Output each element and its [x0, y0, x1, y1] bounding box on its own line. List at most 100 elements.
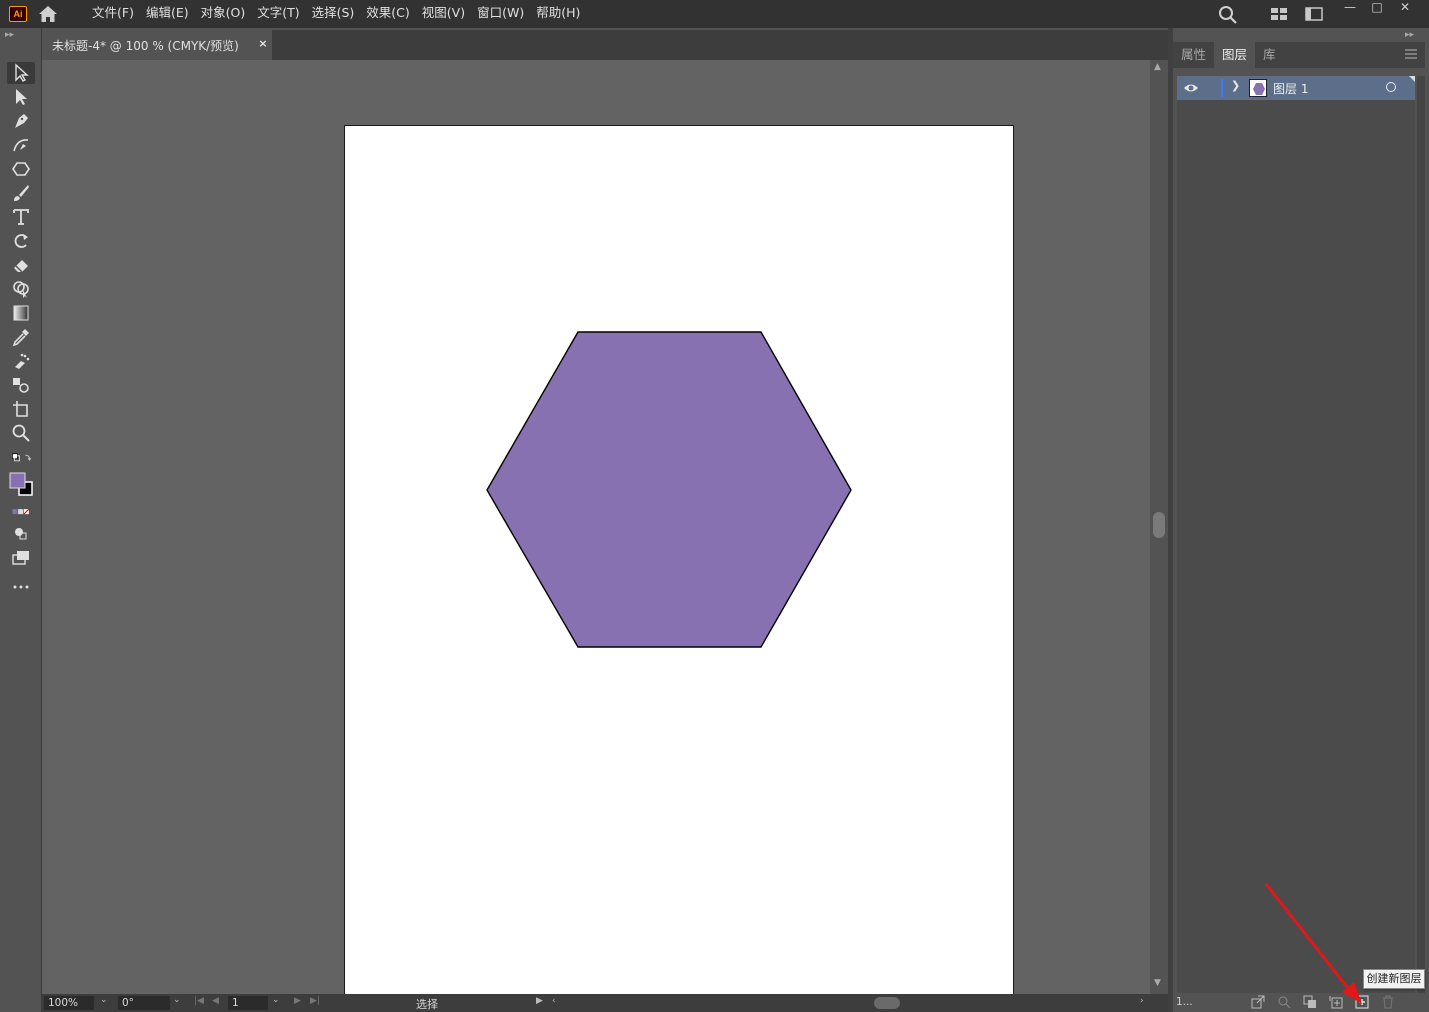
- clipping-mask-icon[interactable]: [1303, 995, 1317, 1009]
- collapse-panel-icon[interactable]: ▸▸: [1405, 30, 1414, 40]
- panel-scrollbar[interactable]: [1417, 76, 1425, 996]
- screen-mode-tool[interactable]: [7, 546, 35, 568]
- eyedropper-tool[interactable]: [7, 326, 35, 348]
- layer-name[interactable]: 图层 1: [1273, 80, 1308, 97]
- zoom-dropdown-icon[interactable]: ⌄: [100, 995, 108, 1005]
- close-window-button[interactable]: ✕: [1392, 0, 1418, 16]
- artboard-tool[interactable]: [7, 398, 35, 420]
- menu-view[interactable]: 视图(V): [416, 0, 471, 28]
- layer-row[interactable]: ❯ 图层 1: [1177, 76, 1415, 100]
- fill-stroke-defaults[interactable]: [7, 450, 35, 466]
- menu-select[interactable]: 选择(S): [306, 0, 361, 28]
- color-mode-buttons[interactable]: [7, 504, 35, 520]
- collapse-toolbar-icon[interactable]: ▸▸: [0, 28, 42, 42]
- shape-builder-tool[interactable]: [7, 278, 35, 300]
- last-artboard-icon[interactable]: ▶|: [310, 996, 320, 1006]
- artboard-number-field[interactable]: 1: [228, 996, 268, 1010]
- close-tab-icon[interactable]: ×: [256, 37, 270, 51]
- menu-file[interactable]: 文件(F): [86, 0, 140, 28]
- pen-tool-icon: [15, 114, 28, 128]
- symbol-sprayer-tool[interactable]: [7, 350, 35, 372]
- artboard-tool-icon: [13, 401, 28, 417]
- prev-artboard-icon[interactable]: ◀: [212, 996, 219, 1006]
- scroll-down-icon[interactable]: ▼: [1154, 978, 1161, 988]
- shape-builder-tool-icon: [13, 281, 29, 298]
- symbol-sprayer-tool-icon: [15, 353, 30, 369]
- direct-selection-tool[interactable]: [7, 86, 35, 108]
- first-artboard-icon[interactable]: |◀: [194, 996, 204, 1006]
- home-icon[interactable]: [38, 5, 58, 23]
- menu-object[interactable]: 对象(O): [195, 0, 252, 28]
- maximize-button[interactable]: □: [1364, 0, 1390, 16]
- more-icon: [13, 585, 29, 589]
- document-tab[interactable]: 未标题-4* @ 100 % (CMYK/预览) ×: [42, 30, 272, 60]
- curvature-tool[interactable]: [7, 134, 35, 156]
- screen-mode-icon: [12, 551, 29, 565]
- new-layer-icon[interactable]: [1355, 995, 1369, 1009]
- zoom-tool[interactable]: [7, 422, 35, 444]
- type-tool-icon: [13, 209, 29, 225]
- layer-target-icon[interactable]: [1386, 82, 1396, 92]
- document-tab-bar: 未标题-4* @ 100 % (CMYK/预览) ×: [42, 30, 1168, 60]
- artboard[interactable]: [344, 125, 1014, 994]
- edit-toolbar-button[interactable]: [7, 576, 35, 598]
- rotation-dropdown-icon[interactable]: ⌄: [173, 995, 181, 1005]
- canvas[interactable]: [42, 60, 1150, 994]
- selection-tool[interactable]: [7, 62, 35, 84]
- paintbrush-tool[interactable]: [7, 182, 35, 204]
- search-icon[interactable]: [1218, 5, 1238, 25]
- locate-object-icon[interactable]: [1277, 995, 1291, 1009]
- hexagon-shape[interactable]: [345, 126, 1015, 994]
- panel-menu-icon[interactable]: [1405, 49, 1417, 59]
- layer-thumbnail: [1249, 79, 1267, 97]
- drawing-mode-tool[interactable]: [7, 522, 35, 544]
- menu-edit[interactable]: 编辑(E): [140, 0, 195, 28]
- zoom-field[interactable]: 100%: [44, 996, 94, 1010]
- fill-stroke-swatch[interactable]: [7, 470, 35, 500]
- vertical-scrollbar[interactable]: ▲ ▼: [1150, 60, 1168, 994]
- panel-tabs: 属性 图层 库: [1173, 42, 1425, 68]
- menu-help[interactable]: 帮助(H): [530, 0, 586, 28]
- minimize-button[interactable]: —: [1337, 0, 1363, 16]
- eraser-tool[interactable]: [7, 254, 35, 276]
- document-tab-title: 未标题-4* @ 100 % (CMYK/预览): [52, 38, 239, 53]
- vertical-scroll-thumb[interactable]: [1153, 512, 1165, 538]
- layers-list: ❯ 图层 1: [1177, 76, 1415, 996]
- type-tool[interactable]: [7, 206, 35, 228]
- gradient-tool[interactable]: [7, 302, 35, 324]
- artboard-dropdown-icon[interactable]: ⌄: [272, 995, 280, 1005]
- scroll-up-icon[interactable]: ▲: [1154, 62, 1161, 72]
- menu-window[interactable]: 窗口(W): [471, 0, 530, 28]
- eraser-tool-icon: [14, 260, 28, 273]
- layers-panel: 属性 图层 库 ❯ 图层 1: [1173, 42, 1425, 1012]
- horizontal-scroll-thumb[interactable]: [874, 997, 900, 1009]
- export-icon[interactable]: [1251, 995, 1265, 1009]
- expand-layer-icon[interactable]: ❯: [1231, 79, 1240, 92]
- tab-layers[interactable]: 图层: [1214, 42, 1256, 68]
- eye-icon[interactable]: [1183, 80, 1199, 96]
- curvature-tool-icon: [13, 139, 29, 152]
- next-artboard-icon[interactable]: ▶: [294, 996, 301, 1006]
- rotation-field[interactable]: 0°: [118, 996, 170, 1010]
- blend-tool[interactable]: [7, 374, 35, 396]
- new-layer-tooltip: 创建新图层: [1363, 969, 1425, 989]
- scroll-right-icon[interactable]: ›: [1140, 996, 1144, 1006]
- menu-effect[interactable]: 效果(C): [360, 0, 415, 28]
- tab-libraries[interactable]: 库: [1255, 42, 1284, 68]
- tab-properties[interactable]: 属性: [1173, 42, 1214, 68]
- polygon-tool[interactable]: [7, 158, 35, 180]
- workspace-layout-icon[interactable]: [1270, 7, 1288, 21]
- scroll-left-icon[interactable]: ‹: [552, 996, 556, 1006]
- app-logo: Ai: [9, 6, 27, 22]
- pen-tool[interactable]: [7, 110, 35, 132]
- trash-icon[interactable]: [1381, 995, 1395, 1009]
- illustrator-window: Ai 文件(F) 编辑(E) 对象(O) 文字(T) 选择(S) 效果(C) 视…: [0, 0, 1429, 1012]
- hexagon-path[interactable]: [486, 331, 852, 648]
- arrange-documents-icon[interactable]: [1305, 7, 1323, 21]
- blend-tool-icon: [13, 378, 29, 393]
- rotate-tool[interactable]: [7, 230, 35, 252]
- default-colors-icon: [12, 453, 31, 462]
- menu-type[interactable]: 文字(T): [251, 0, 305, 28]
- status-menu-icon[interactable]: ▶: [536, 996, 543, 1006]
- new-sublayer-icon[interactable]: [1329, 995, 1343, 1009]
